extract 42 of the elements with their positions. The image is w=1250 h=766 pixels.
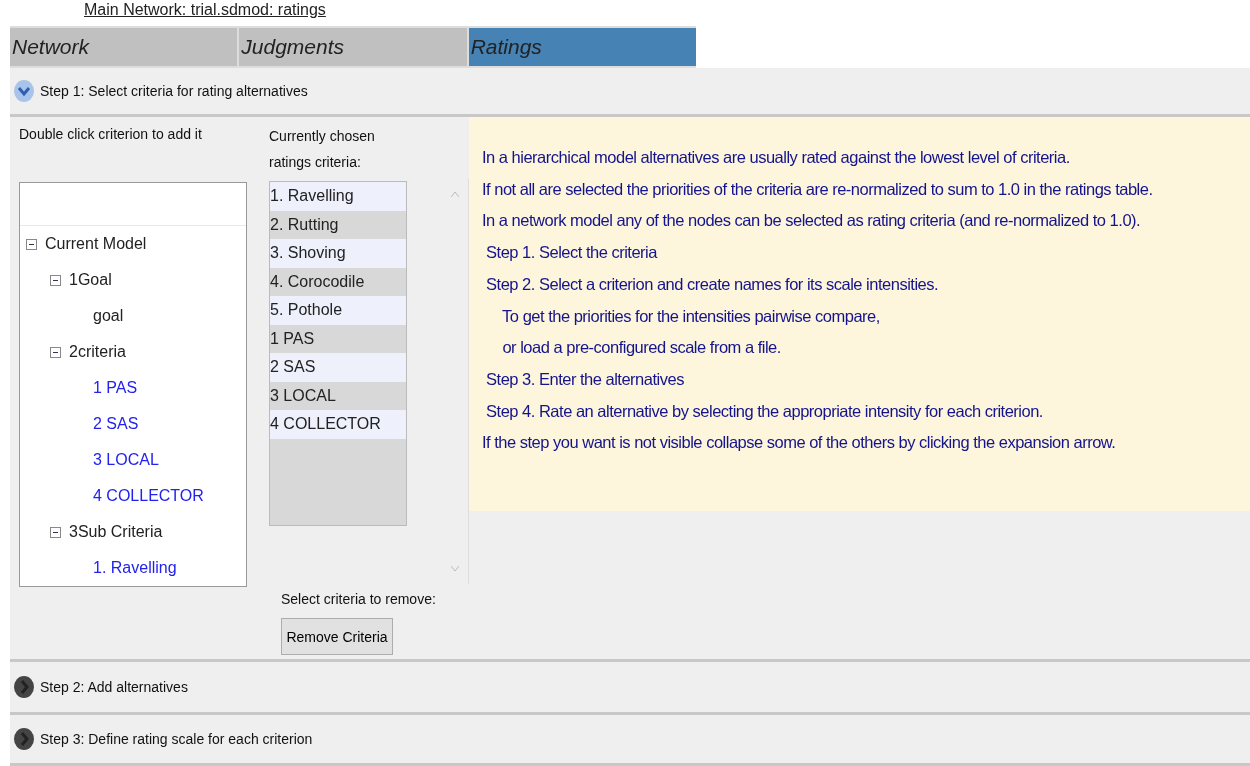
collapse-icon[interactable]: [26, 238, 37, 250]
tree-node[interactable]: 1 PAS: [93, 379, 138, 397]
instruction-text: Step 2. Select a criterion and create names for its scale intensities.: [485, 273, 940, 295]
tree-node[interactable]: 3 LOCAL: [93, 451, 159, 469]
tree-node[interactable]: 1Goal: [69, 271, 112, 289]
expand-icon[interactable]: [14, 728, 34, 750]
instruction-text: Step 4. Rate an alternative by selecting the appropriate intensity for each criterion.: [485, 400, 1044, 422]
list-item[interactable]: 3. Shoving: [270, 239, 406, 268]
instruction-text: If not all are selected the priorities of the criteria are re-normalized to sum to 1.0 in the ratings table.: [482, 178, 1154, 200]
tree-node[interactable]: Current Model: [45, 235, 147, 253]
instruction-text: In a hierarchical model alternatives are usually rated against the lowest level of criteria.: [482, 147, 1071, 168]
list-item[interactable]: 1. Ravelling: [270, 182, 406, 211]
instruction-text: To get the priorities for the intensities pairwise compare,: [501, 305, 881, 327]
tree-node[interactable]: 4 COLLECTOR: [93, 487, 204, 505]
tree-node[interactable]: 3Sub Criteria: [69, 523, 163, 541]
collapse-icon[interactable]: [50, 274, 61, 286]
tree-node[interactable]: 2criteria: [69, 343, 126, 361]
instruction-text: or load a pre-configured scale from a file.: [501, 337, 782, 359]
list-item[interactable]: 5. Pothole: [270, 296, 406, 325]
tree-label: Double click criterion to add it: [19, 125, 203, 144]
instruction-text: If the step you want is not visible collapse some of the others by clicking the expansion arrow.: [482, 432, 1117, 454]
window-title: Main Network: trial.sdmod: ratings: [84, 0, 326, 20]
tab[interactable]: Ratings: [468, 28, 696, 66]
instruction-text: Step 3. Enter the alternatives: [485, 368, 685, 390]
tree-node[interactable]: goal: [93, 307, 124, 325]
collapse-icon[interactable]: [50, 346, 61, 358]
collapse-icon[interactable]: [50, 526, 61, 538]
expand-icon[interactable]: [14, 676, 34, 698]
collapse-icon[interactable]: [14, 80, 34, 102]
tab[interactable]: Network: [10, 28, 238, 66]
instruction-text: In a network model any of the nodes can be selected as rating criteria (and re-normalized to 1.0).: [482, 210, 1142, 232]
tree-node[interactable]: 1. Ravelling: [93, 559, 177, 577]
tab[interactable]: Judgments: [239, 28, 467, 66]
remove-criteria-button[interactable]: Remove Criteria: [281, 618, 393, 655]
list-item[interactable]: 2 SAS: [270, 353, 406, 382]
step-header[interactable]: Step 3: Define rating scale for each criterion: [10, 715, 1250, 766]
step-header[interactable]: Step 2: Add alternatives: [10, 662, 1250, 715]
tree-node[interactable]: 2 SAS: [93, 415, 139, 433]
instruction-text: Step 1. Select the criteria: [485, 242, 659, 264]
list-item[interactable]: 4 COLLECTOR: [270, 410, 406, 439]
chosen-label: Currently chosen ratings criteria:: [269, 127, 376, 172]
remove-label: Select criteria to remove:: [281, 590, 437, 609]
